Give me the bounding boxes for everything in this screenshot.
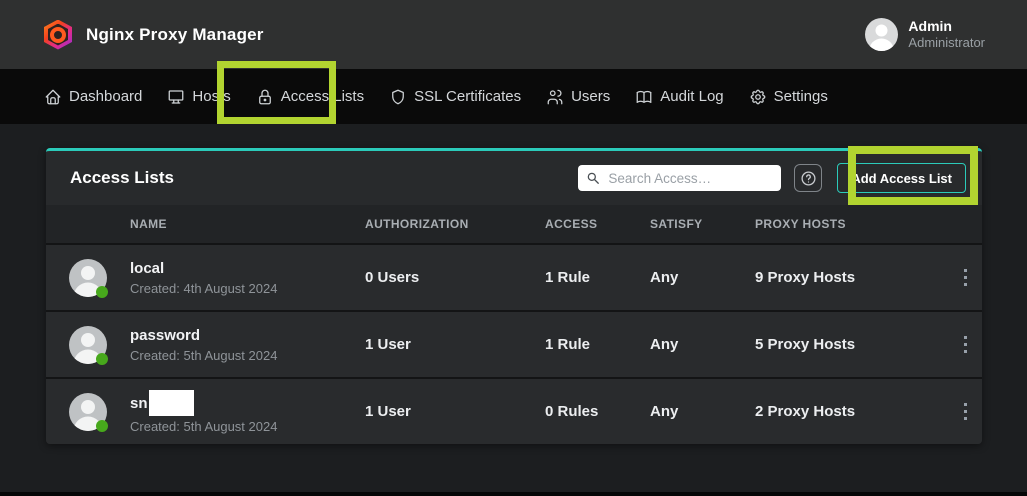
satisfy-value: Any bbox=[650, 269, 755, 286]
nav-label: Users bbox=[571, 88, 610, 105]
nav-item-hosts[interactable]: Hosts bbox=[167, 88, 230, 106]
screenshot-bottom-edge bbox=[0, 492, 1027, 496]
nav-item-audit-log[interactable]: Audit Log bbox=[635, 88, 723, 106]
app-header: Nginx Proxy Manager Admin Administrator bbox=[0, 0, 1027, 69]
access-value: 0 Rules bbox=[545, 403, 650, 420]
main-nav: Dashboard Hosts Access Lists SSL Certifi… bbox=[0, 69, 1027, 124]
nav-label: Settings bbox=[774, 88, 828, 105]
proxy-hosts-value: 5 Proxy Hosts bbox=[755, 336, 948, 353]
status-dot-icon bbox=[96, 353, 108, 365]
lock-icon bbox=[256, 88, 274, 106]
access-list-created: Created: 5th August 2024 bbox=[130, 419, 365, 434]
screen: Nginx Proxy Manager Admin Administrator … bbox=[0, 0, 1027, 496]
authorization-value: 1 User bbox=[365, 336, 545, 353]
user-avatar bbox=[865, 18, 898, 51]
column-header-name: NAME bbox=[130, 217, 365, 231]
status-dot-icon bbox=[96, 286, 108, 298]
nav-label: SSL Certificates bbox=[414, 88, 521, 105]
proxy-hosts-value: 9 Proxy Hosts bbox=[755, 269, 948, 286]
search-icon bbox=[586, 171, 600, 185]
column-header-access: ACCESS bbox=[545, 217, 650, 231]
add-access-list-button[interactable]: Add Access List bbox=[837, 163, 966, 193]
panel-header: Access Lists Add Access List bbox=[46, 151, 982, 205]
access-list-avatar bbox=[69, 259, 107, 297]
satisfy-value: Any bbox=[650, 403, 755, 420]
search-box bbox=[578, 165, 781, 191]
nav-label: Hosts bbox=[192, 88, 230, 105]
search-input[interactable] bbox=[608, 171, 773, 186]
access-lists-panel: Access Lists Add Access List NAME AUTHOR… bbox=[46, 148, 982, 444]
nav-item-settings[interactable]: Settings bbox=[749, 88, 828, 106]
main-content: Access Lists Add Access List NAME AUTHOR… bbox=[0, 124, 1027, 492]
table-header-row: NAME AUTHORIZATION ACCESS SATISFY PROXY … bbox=[46, 205, 982, 243]
access-value: 1 Rule bbox=[545, 336, 650, 353]
access-value: 1 Rule bbox=[545, 269, 650, 286]
row-actions-menu-button[interactable] bbox=[948, 403, 982, 420]
status-dot-icon bbox=[96, 420, 108, 432]
nav-label: Access Lists bbox=[281, 88, 364, 105]
column-header-authorization: AUTHORIZATION bbox=[365, 217, 545, 231]
access-list-name: local bbox=[130, 260, 365, 278]
table-row: local Created: 4th August 2024 0 Users 1… bbox=[46, 243, 982, 310]
nginx-proxy-manager-logo-icon bbox=[44, 20, 72, 50]
nav-item-ssl-certificates[interactable]: SSL Certificates bbox=[389, 88, 521, 106]
kebab-menu-icon bbox=[963, 269, 968, 286]
nav-label: Audit Log bbox=[660, 88, 723, 105]
help-circle-icon bbox=[800, 170, 817, 187]
row-actions-menu-button[interactable] bbox=[948, 269, 982, 286]
home-icon bbox=[44, 88, 62, 106]
user-menu[interactable]: Admin Administrator bbox=[865, 18, 985, 51]
table-row: sn Created: 5th August 2024 1 User 0 Rul… bbox=[46, 377, 982, 444]
column-header-satisfy: SATISFY bbox=[650, 217, 755, 231]
access-list-name: sn bbox=[130, 390, 365, 416]
nav-item-users[interactable]: Users bbox=[546, 88, 610, 106]
user-role: Administrator bbox=[908, 35, 985, 51]
proxy-hosts-value: 2 Proxy Hosts bbox=[755, 403, 948, 420]
monitor-icon bbox=[167, 88, 185, 106]
nav-item-access-lists[interactable]: Access Lists bbox=[256, 88, 364, 106]
column-header-proxy-hosts: PROXY HOSTS bbox=[755, 217, 948, 231]
gear-icon bbox=[749, 88, 767, 106]
help-button[interactable] bbox=[794, 164, 822, 192]
user-name: Admin bbox=[908, 18, 985, 35]
access-list-avatar bbox=[69, 326, 107, 364]
users-icon bbox=[546, 88, 564, 106]
access-list-created: Created: 5th August 2024 bbox=[130, 348, 365, 363]
shield-icon bbox=[389, 88, 407, 106]
access-list-name: password bbox=[130, 327, 365, 345]
row-actions-menu-button[interactable] bbox=[948, 336, 982, 353]
book-icon bbox=[635, 88, 653, 106]
nav-label: Dashboard bbox=[69, 88, 142, 105]
app-title: Nginx Proxy Manager bbox=[86, 25, 264, 45]
access-list-created: Created: 4th August 2024 bbox=[130, 281, 365, 296]
kebab-menu-icon bbox=[963, 403, 968, 420]
authorization-value: 0 Users bbox=[365, 269, 545, 286]
authorization-value: 1 User bbox=[365, 403, 545, 420]
table-row: password Created: 5th August 2024 1 User… bbox=[46, 310, 982, 377]
panel-title: Access Lists bbox=[70, 168, 174, 188]
nav-item-dashboard[interactable]: Dashboard bbox=[44, 88, 142, 106]
kebab-menu-icon bbox=[963, 336, 968, 353]
satisfy-value: Any bbox=[650, 336, 755, 353]
access-list-avatar bbox=[69, 393, 107, 431]
redaction-box bbox=[149, 390, 194, 416]
